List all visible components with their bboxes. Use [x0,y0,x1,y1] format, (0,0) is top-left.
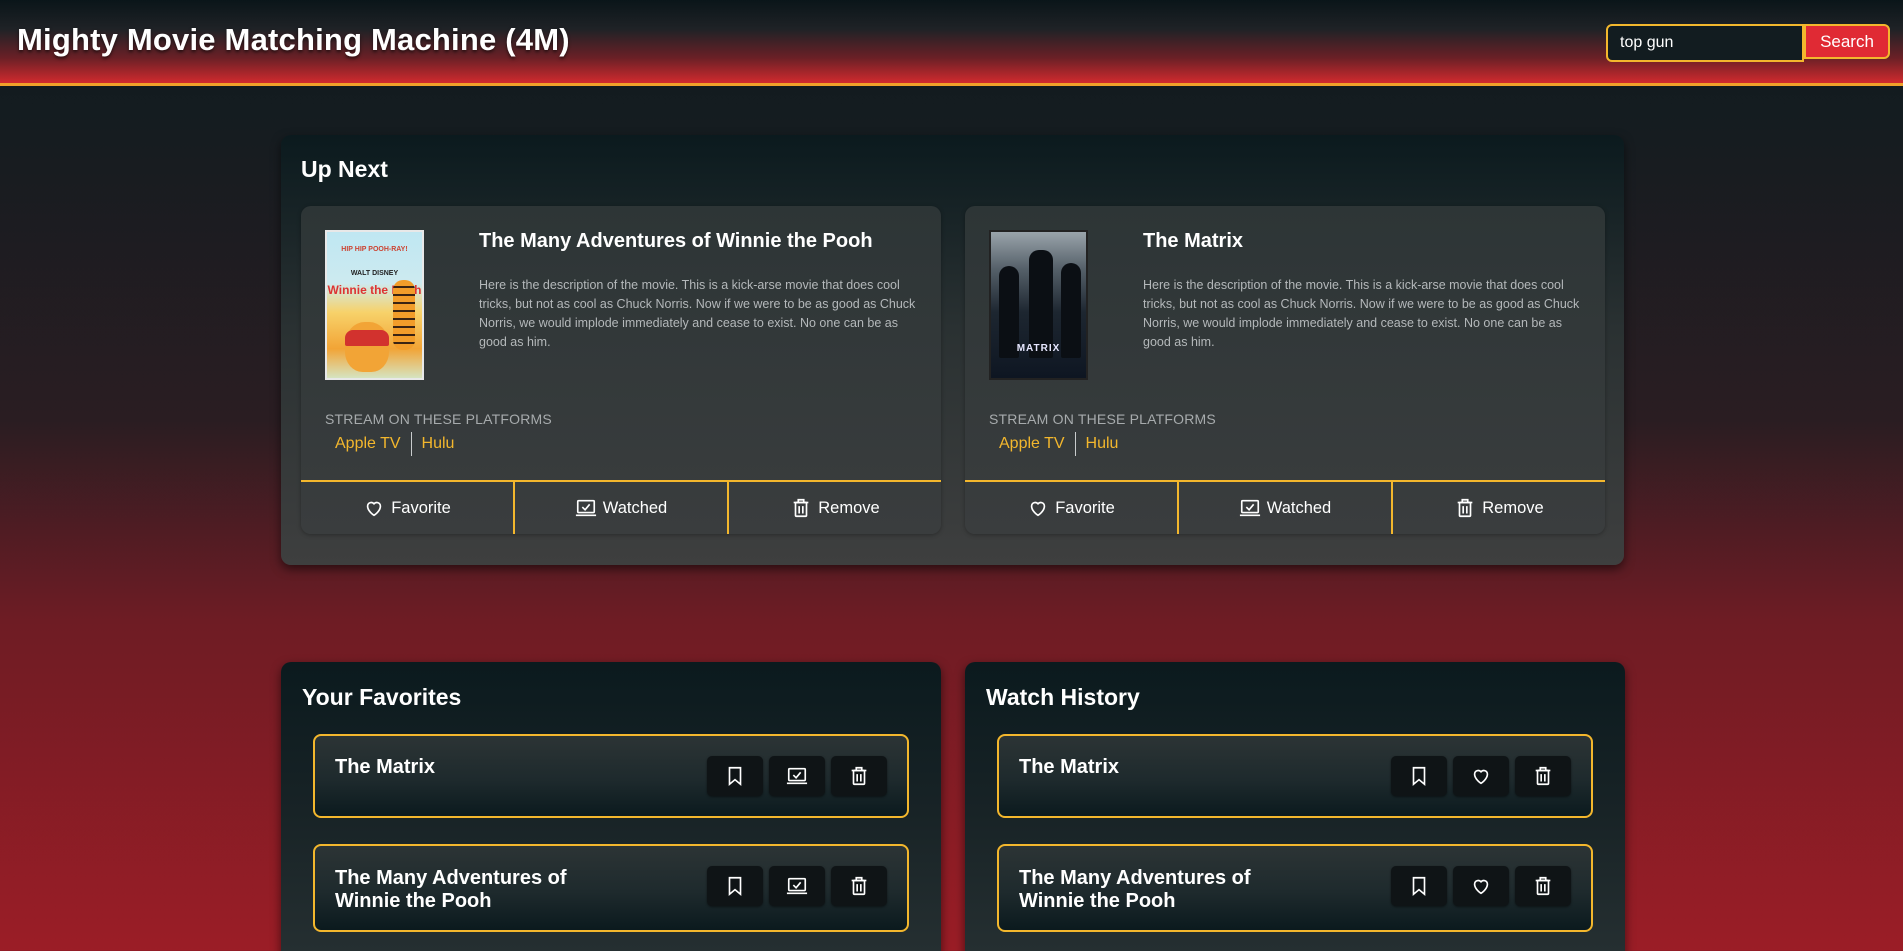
bookmark-icon [1412,876,1426,897]
list-item-title: The Many Adventures of Winnie the Pooh [335,867,567,912]
heart-icon [1030,501,1046,517]
remove-button[interactable] [831,756,887,796]
remove-button[interactable] [831,866,887,906]
list-item-actions [707,756,887,796]
poster-pooh-shirt-art [345,330,389,346]
poster-figure-art [1029,250,1053,358]
list-item[interactable]: The Matrix [997,734,1593,818]
trash-icon [851,766,867,786]
stream-label: STREAM ON THESE PLATFORMS [989,411,1216,427]
bookmark-icon [1412,766,1426,787]
movie-description: Here is the description of the movie. Th… [479,278,916,349]
bookmark-button[interactable] [1391,866,1447,906]
watched-button[interactable]: Watched [513,482,727,534]
favorite-button[interactable] [1453,756,1509,796]
favorite-button[interactable]: Favorite [301,482,513,534]
bookmark-icon [728,766,742,787]
watched-button[interactable] [769,866,825,906]
heart-icon [1473,769,1489,785]
list-item[interactable]: The Many Adventures of Winnie the Pooh [997,844,1593,932]
heart-icon [366,501,382,517]
platform-list: Apple TV Hulu [989,432,1128,456]
list-item-title: The Matrix [335,756,436,778]
watched-button[interactable] [769,756,825,796]
app-header: Mighty Movie Matching Machine (4M) Searc… [0,0,1903,86]
stream-label: STREAM ON THESE PLATFORMS [325,411,552,427]
favorite-button[interactable]: Favorite [965,482,1177,534]
search-button[interactable]: Search [1804,24,1890,59]
search-input[interactable] [1606,24,1804,62]
bookmark-button[interactable] [1391,756,1447,796]
movie-card: MATRIX The Matrix Here is the descriptio… [965,206,1605,534]
up-next-title: Up Next [301,156,388,182]
favorite-label: Favorite [391,498,451,517]
laptop-check-icon [786,767,808,785]
card-actions: Favorite Watched Remove [965,480,1605,534]
app-title: Mighty Movie Matching Machine (4M) [17,22,570,57]
up-next-panel: Up Next HIP HIP POOH-RAY! WALT DISNEY Wi… [281,135,1624,565]
list-item-actions [1391,756,1571,796]
laptop-check-icon [786,877,808,895]
favorite-label: Favorite [1055,498,1115,517]
trash-icon [1535,876,1551,896]
bookmark-button[interactable] [707,756,763,796]
list-item-title: The Many Adventures of Winnie the Pooh [1019,867,1251,912]
poster-tagline: HIP HIP POOH-RAY! [341,246,408,253]
remove-label: Remove [818,498,880,517]
list-item-actions [1391,866,1571,906]
favorite-button[interactable] [1453,866,1509,906]
trash-icon [793,498,809,518]
favorites-panel: Your Favorites The Matrix The Many Adven… [281,662,941,951]
platform-link[interactable]: Apple TV [325,432,411,456]
movie-poster: HIP HIP POOH-RAY! WALT DISNEY Winnie the… [325,230,424,380]
movie-poster: MATRIX [989,230,1088,380]
favorites-title: Your Favorites [302,684,462,710]
watched-label: Watched [1266,498,1332,517]
movie-card: HIP HIP POOH-RAY! WALT DISNEY Winnie the… [301,206,941,534]
bookmark-button[interactable] [707,866,763,906]
trash-icon [1535,766,1551,786]
movie-title: The Many Adventures of Winnie the Pooh [479,230,873,252]
watched-button[interactable]: Watched [1177,482,1391,534]
list-item[interactable]: The Many Adventures of Winnie the Pooh [313,844,909,932]
list-item-title: The Matrix [1019,756,1120,778]
laptop-check-icon [1239,499,1260,517]
watch-history-title: Watch History [986,684,1140,710]
laptop-check-icon [575,499,596,517]
platform-link[interactable]: Apple TV [989,432,1075,456]
platform-list: Apple TV Hulu [325,432,464,456]
card-actions: Favorite Watched Remove [301,480,941,534]
poster-tigger-art [393,280,415,350]
remove-button[interactable]: Remove [1391,482,1605,534]
platform-link[interactable]: Hulu [1074,432,1129,456]
poster-title: MATRIX [1016,343,1061,354]
remove-button[interactable]: Remove [727,482,941,534]
platform-link[interactable]: Hulu [410,432,465,456]
list-item-actions [707,866,887,906]
remove-button[interactable] [1515,866,1571,906]
bookmark-icon [728,876,742,897]
trash-icon [1457,498,1473,518]
movie-description: Here is the description of the movie. Th… [1143,278,1580,349]
remove-button[interactable] [1515,756,1571,796]
list-item[interactable]: The Matrix [313,734,909,818]
remove-label: Remove [1482,498,1544,517]
movie-title: The Matrix [1143,230,1244,252]
heart-icon [1473,879,1489,895]
trash-icon [851,876,867,896]
watch-history-panel: Watch History The Matrix The Many Advent… [965,662,1625,951]
poster-studio: WALT DISNEY [350,270,399,277]
watched-label: Watched [602,498,668,517]
